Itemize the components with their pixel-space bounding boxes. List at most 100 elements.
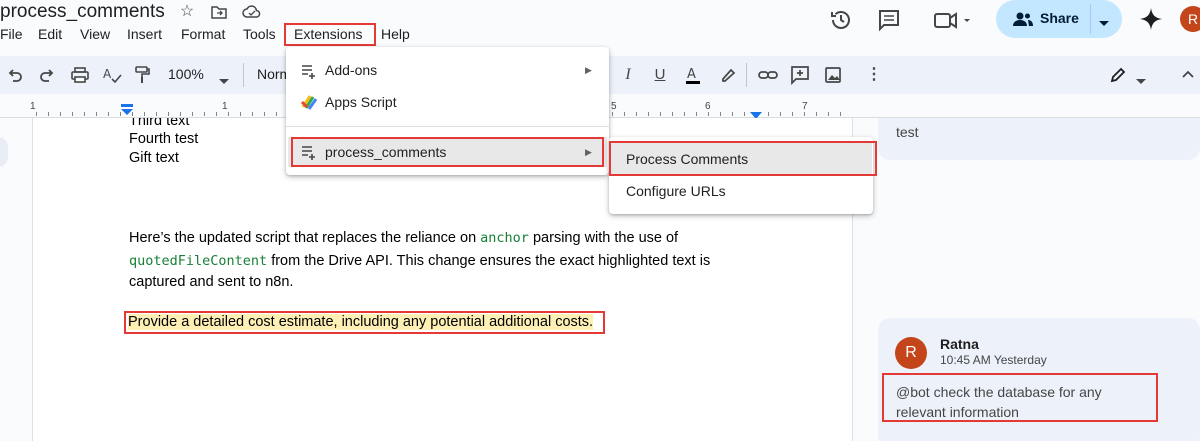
underline-icon[interactable]: U: [652, 65, 668, 85]
ruler-tick: [768, 112, 769, 116]
doc-line: Gift text: [129, 150, 179, 166]
right-indent-marker[interactable]: [750, 107, 762, 119]
doc-paragraph-line: quotedFileContent from the Drive API. Th…: [129, 253, 710, 269]
menu-insert[interactable]: Insert: [127, 26, 162, 42]
ruler-tick: [108, 112, 109, 116]
print-icon[interactable]: [70, 65, 90, 85]
comment-avatar: R: [895, 337, 927, 369]
ruler-tick: [228, 112, 229, 116]
ruler-tick: [276, 112, 277, 116]
ruler-tick: [48, 112, 49, 116]
document-title[interactable]: process_comments: [0, 1, 165, 23]
menu-help[interactable]: Help: [381, 26, 410, 42]
comments-icon[interactable]: [876, 7, 902, 33]
ruler-number: 5: [611, 101, 617, 112]
menu-format[interactable]: Format: [181, 26, 225, 42]
doc-paragraph-line: Here’s the updated script that replaces …: [129, 230, 678, 246]
menu-item-label: Apps Script: [325, 94, 397, 110]
italic-icon[interactable]: I: [621, 65, 635, 85]
share-divider: [1090, 4, 1091, 34]
process-comments-item-highlight-box: [609, 141, 877, 176]
ruler-tick: [840, 112, 841, 116]
ruler-tick: [192, 112, 193, 116]
ruler-tick: [144, 112, 145, 116]
highlighted-text-box: [124, 311, 605, 334]
doc-line: Fourth test: [129, 131, 199, 147]
ruler-number: 1: [222, 101, 228, 112]
ruler-number: 7: [802, 101, 808, 112]
ruler-tick: [816, 112, 817, 116]
menu-tools[interactable]: Tools: [243, 26, 276, 42]
ruler-tick: [780, 112, 781, 116]
ruler-tick: [84, 112, 85, 116]
previous-comment-card[interactable]: [878, 118, 1200, 160]
text-color-icon[interactable]: A: [684, 65, 702, 85]
menu-item-add-ons[interactable]: Add-ons ▶: [286, 54, 609, 86]
ruler-tick: [624, 112, 625, 116]
editing-mode-dropdown-icon[interactable]: [1136, 72, 1146, 84]
account-avatar[interactable]: R: [1180, 6, 1200, 32]
ruler-tick: [252, 112, 253, 116]
ruler-tick: [828, 112, 829, 116]
star-icon[interactable]: ☆: [178, 3, 196, 21]
ruler-tick: [612, 112, 613, 116]
ruler-tick: [204, 112, 205, 116]
menu-separator: [286, 126, 609, 127]
ruler-tick: [684, 112, 685, 116]
comment-timestamp: 10:45 AM Yesterday: [940, 353, 1047, 367]
ruler-tick: [240, 112, 241, 116]
ruler-tick: [732, 112, 733, 116]
paragraph-text: parsing with the use of: [528, 230, 679, 246]
ruler-tick: [36, 112, 37, 116]
add-comment-icon[interactable]: [790, 65, 810, 86]
zoom-select[interactable]: 100%: [168, 66, 204, 82]
ruler-tick: [636, 112, 637, 116]
comment-body-highlight-box: [882, 373, 1158, 422]
menu-file[interactable]: File: [0, 26, 23, 42]
toolbar-divider: [243, 63, 244, 87]
gemini-icon[interactable]: [1139, 7, 1163, 31]
ruler-tick: [804, 112, 805, 116]
submenu-item-label: Configure URLs: [626, 183, 726, 199]
toolbar-divider: [746, 63, 747, 87]
cloud-saved-icon[interactable]: [242, 3, 261, 21]
more-options-icon[interactable]: ⋮: [866, 65, 882, 85]
move-folder-icon[interactable]: [210, 3, 228, 21]
ruler-number: 6: [705, 101, 711, 112]
ruler-tick: [672, 112, 673, 116]
ruler-tick: [792, 112, 793, 116]
version-history-icon[interactable]: [828, 7, 854, 33]
ruler-tick: [744, 112, 745, 116]
highlight-color-icon[interactable]: [719, 65, 737, 85]
meet-icon[interactable]: [932, 7, 974, 33]
share-dropdown-icon[interactable]: [1098, 15, 1110, 26]
spellcheck-icon[interactable]: A: [102, 65, 122, 85]
paint-format-icon[interactable]: [133, 65, 151, 85]
menu-view[interactable]: View: [80, 26, 110, 42]
paragraph-text: from the Drive API. This change ensures …: [267, 253, 711, 269]
zoom-dropdown-icon[interactable]: [219, 72, 229, 84]
menu-item-apps-script[interactable]: Apps Script: [286, 86, 609, 118]
outline-toggle[interactable]: [0, 137, 8, 167]
ruler-tick: [168, 112, 169, 116]
ruler-tick: [660, 112, 661, 116]
comment-author: Ratna: [940, 336, 979, 352]
editing-mode-icon[interactable]: [1108, 65, 1128, 85]
code-quoted-file-content: quotedFileContent: [129, 253, 268, 269]
process-comments-highlight-box: [291, 137, 604, 167]
submenu-item-configure-urls[interactable]: Configure URLs: [610, 176, 872, 208]
insert-image-icon[interactable]: [824, 65, 842, 85]
insert-link-icon[interactable]: [758, 65, 778, 85]
ruler-tick: [264, 112, 265, 116]
left-indent-marker[interactable]: [121, 103, 133, 115]
ruler-number: 1: [30, 101, 36, 112]
menu-edit[interactable]: Edit: [38, 26, 62, 42]
svg-text:A: A: [103, 67, 112, 81]
undo-icon[interactable]: [6, 65, 24, 85]
submenu-arrow-icon: ▶: [585, 65, 592, 75]
previous-comment-text: test: [896, 124, 919, 140]
code-anchor: anchor: [480, 230, 529, 246]
ruler-tick: [60, 112, 61, 116]
redo-icon[interactable]: [38, 65, 56, 85]
collapse-toolbar-icon[interactable]: [1180, 66, 1196, 82]
